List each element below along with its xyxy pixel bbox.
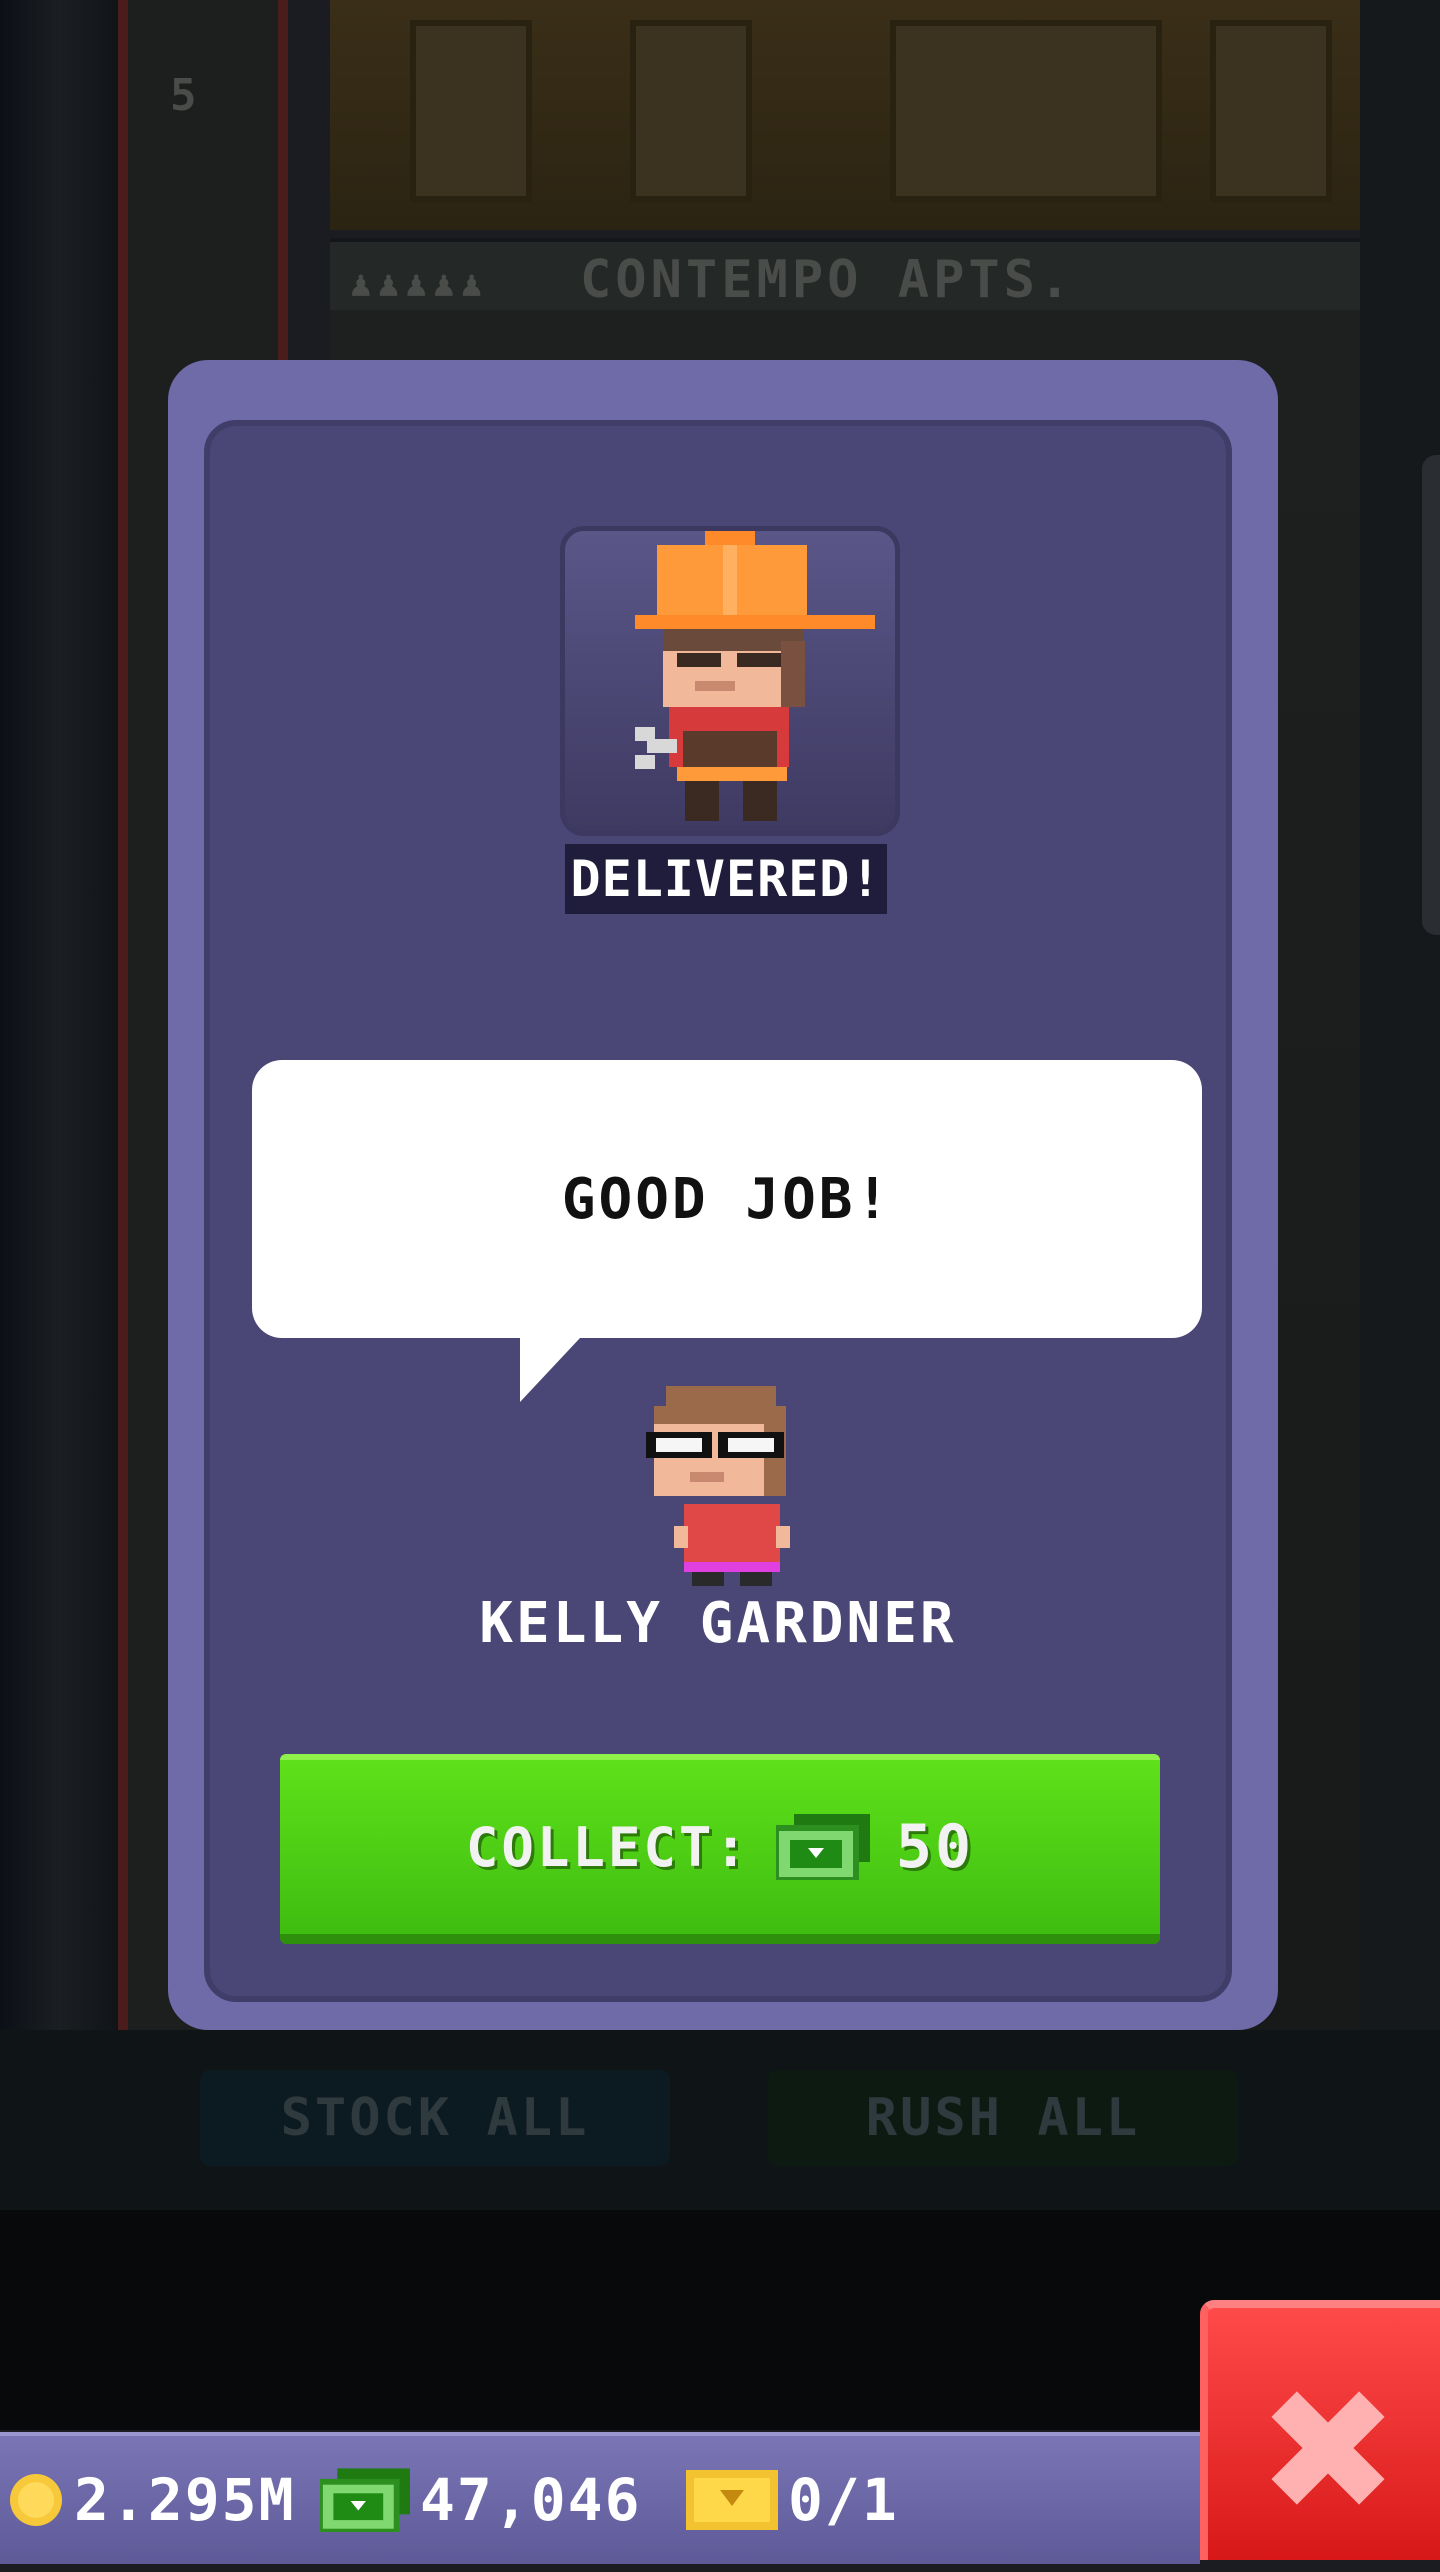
stock-all-label: STOCK ALL — [280, 2088, 590, 2148]
collect-button[interactable]: COLLECT: 50 — [280, 1754, 1160, 1944]
apartment-window — [410, 20, 532, 202]
tower-bux-icon — [775, 1814, 870, 1880]
apartment-window — [890, 20, 1162, 202]
coins-value: 2.295M — [74, 2466, 296, 2534]
delivered-label: DELIVERED! — [565, 844, 887, 914]
dialog-panel: DELIVERED! GOOD JOB! KELLY GARDNER COLLE… — [204, 420, 1232, 2002]
coin-icon — [10, 2474, 62, 2526]
left-shaft — [0, 0, 120, 2030]
rush-all-button[interactable]: RUSH ALL — [768, 2070, 1238, 2166]
delivered-dialog: DELIVERED! GOOD JOB! KELLY GARDNER COLLE… — [168, 360, 1278, 2030]
tower-bux-icon — [320, 2468, 410, 2532]
resident-name: KELLY GARDNER — [479, 1591, 957, 1656]
rush-all-label: RUSH ALL — [865, 2088, 1141, 2148]
right-shaft — [1360, 0, 1440, 2030]
elevator-floor-number: 5 — [170, 70, 197, 121]
speech-text: GOOD JOB! — [561, 1166, 893, 1232]
resident-count-icons: ♟♟♟♟♟ — [350, 264, 489, 305]
collect-amount: 50 — [895, 1812, 975, 1882]
floor-toolbar: STOCK ALL RUSH ALL — [0, 2030, 1440, 2210]
worker-portrait — [560, 526, 900, 836]
close-button[interactable] — [1200, 2300, 1440, 2560]
floor-name: CONTEMPO APTS. — [580, 250, 1075, 310]
tower-bux-value: 47,046 — [420, 2466, 642, 2534]
speech-bubble: GOOD JOB! — [252, 1060, 1202, 1338]
apartment-window — [630, 20, 752, 202]
speech-bubble-tail — [520, 1338, 580, 1402]
coins-counter[interactable]: 2.295M — [8, 2436, 296, 2564]
construction-worker-icon — [635, 527, 875, 821]
stock-all-button[interactable]: STOCK ALL — [200, 2070, 670, 2166]
close-icon — [1271, 2391, 1385, 2505]
golden-ticket-icon — [686, 2470, 778, 2530]
tickets-counter[interactable]: 0/1 — [686, 2436, 899, 2564]
floor-banner: ♟♟♟♟♟ CONTEMPO APTS. — [330, 238, 1360, 314]
resident-avatar — [640, 1386, 800, 1586]
collect-label: COLLECT: — [465, 1815, 750, 1879]
apartment-floor — [330, 0, 1360, 230]
resident-sprite-icon — [646, 1386, 790, 1586]
currency-bar: 2.295M 47,046 0/1 — [0, 2432, 1200, 2564]
tower-bux-counter[interactable]: 47,046 — [320, 2436, 642, 2564]
side-panel-tab[interactable] — [1422, 455, 1440, 935]
apartment-window — [1210, 20, 1332, 202]
tickets-value: 0/1 — [788, 2466, 899, 2534]
